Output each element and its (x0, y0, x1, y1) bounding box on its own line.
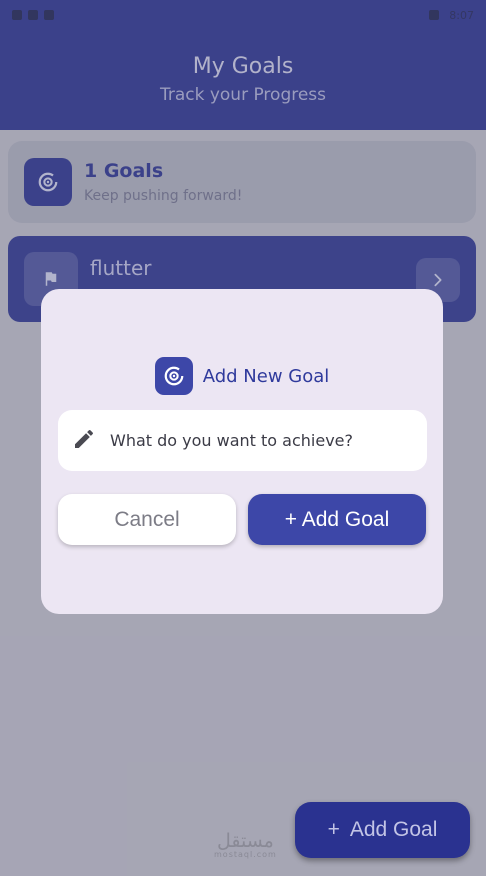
target-icon (154, 357, 193, 395)
dialog-header: Add New Goal (41, 357, 443, 395)
dialog-title: Add New Goal (202, 365, 330, 387)
add-goal-dialog: Add New Goal Cancel + Add Goal (41, 289, 443, 614)
app-screen: 8:07 My Goals Track your Progress 1 Goal… (0, 0, 486, 876)
add-goal-fab[interactable]: + Add Goal (295, 802, 470, 858)
pencil-icon (72, 427, 96, 455)
plus-icon: + (327, 818, 340, 841)
watermark-logo: مستقل mostaql.com (214, 830, 277, 859)
cancel-button[interactable]: Cancel (58, 494, 236, 545)
watermark-text: مستقل (216, 830, 274, 852)
add-goal-button[interactable]: + Add Goal (248, 494, 426, 545)
goal-input-field[interactable] (58, 410, 427, 471)
fab-label: Add Goal (349, 818, 438, 841)
goal-input[interactable] (110, 431, 400, 450)
watermark-url: mostaql.com (214, 850, 277, 859)
